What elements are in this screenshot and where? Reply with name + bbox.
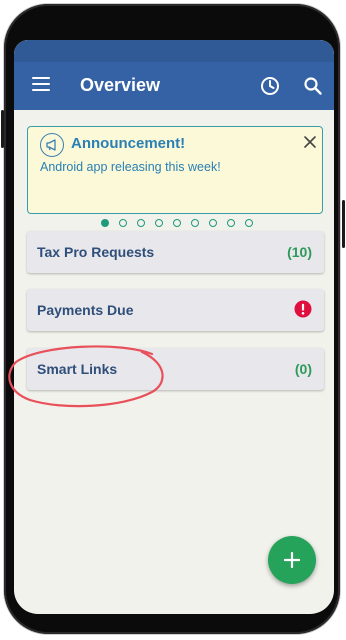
card-smart-links[interactable]: Smart Links (0) [27,348,324,390]
power-button [342,200,345,248]
app-bar: Overview [14,62,334,110]
search-icon[interactable] [303,76,323,96]
carousel-dot[interactable] [209,219,217,227]
carousel-dot[interactable] [245,219,253,227]
alert-icon [294,300,312,318]
status-bar [14,40,334,62]
clock-icon[interactable] [260,76,280,96]
app-screen: Overview Announcement! Android app relea… [14,40,334,614]
announcement-title: Announcement! [71,135,186,152]
page-title: Overview [80,75,161,95]
card-label: Smart Links [37,361,118,377]
carousel-dot[interactable] [119,219,127,227]
card-label: Payments Due [37,302,134,318]
card-count: (0) [294,361,312,377]
carousel-dot[interactable] [227,219,235,227]
card-tax-pro-requests[interactable]: Tax Pro Requests (10) [27,231,324,273]
megaphone-icon [40,133,64,157]
plus-icon [284,552,300,568]
card-label: Tax Pro Requests [37,244,155,260]
announcement-banner: Announcement! Android app releasing this… [27,126,323,214]
announcement-text: Android app releasing this week! [40,160,221,174]
carousel-dot[interactable] [155,219,163,227]
carousel-dot[interactable] [191,219,199,227]
menu-icon[interactable] [32,77,50,91]
add-button[interactable] [268,536,316,584]
card-count: (10) [287,244,312,260]
carousel-dot[interactable] [101,219,109,227]
close-icon[interactable] [303,135,317,149]
carousel-dot[interactable] [173,219,181,227]
volume-button [1,110,4,148]
carousel-dot[interactable] [137,219,145,227]
card-payments-due[interactable]: Payments Due [27,289,324,331]
